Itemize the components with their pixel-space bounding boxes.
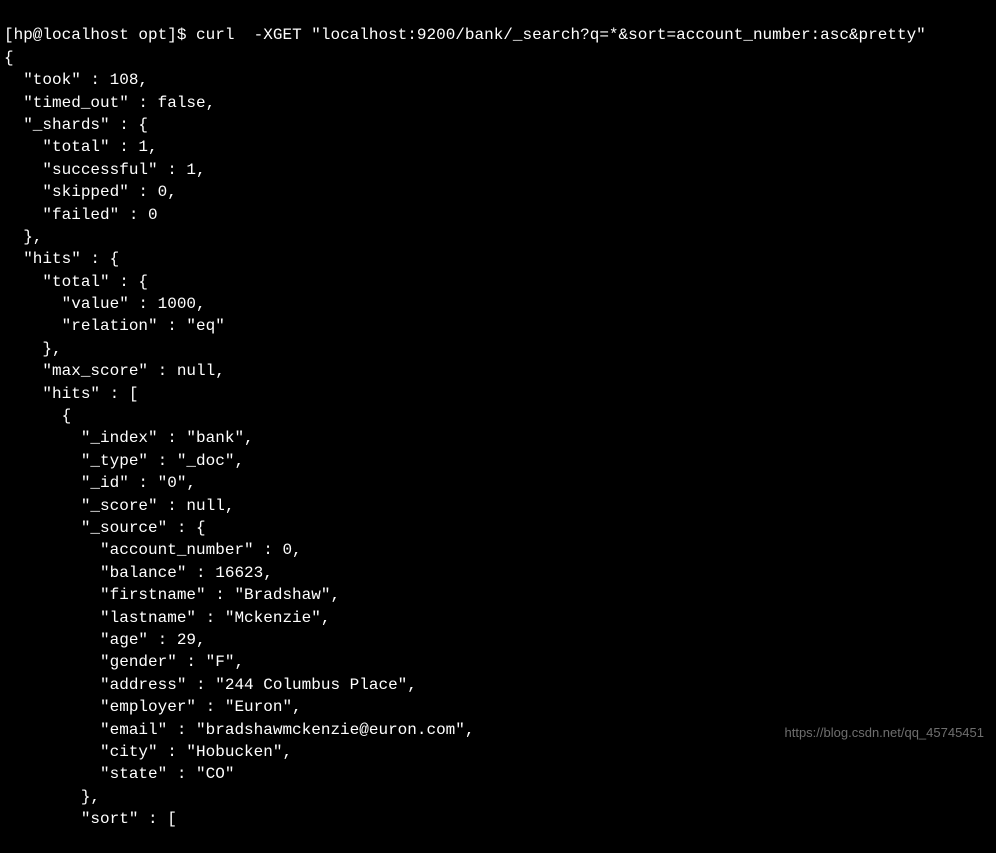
shell-prompt: [hp@localhost opt]$ [4, 26, 186, 44]
watermark-text: https://blog.csdn.net/qq_45745451 [785, 724, 985, 742]
command-prompt-line: [hp@localhost opt]$ curl -XGET "localhos… [4, 26, 926, 44]
command-text: curl -XGET "localhost:9200/bank/_search?… [196, 26, 926, 44]
command-output: { "took" : 108, "timed_out" : false, "_s… [4, 47, 992, 831]
